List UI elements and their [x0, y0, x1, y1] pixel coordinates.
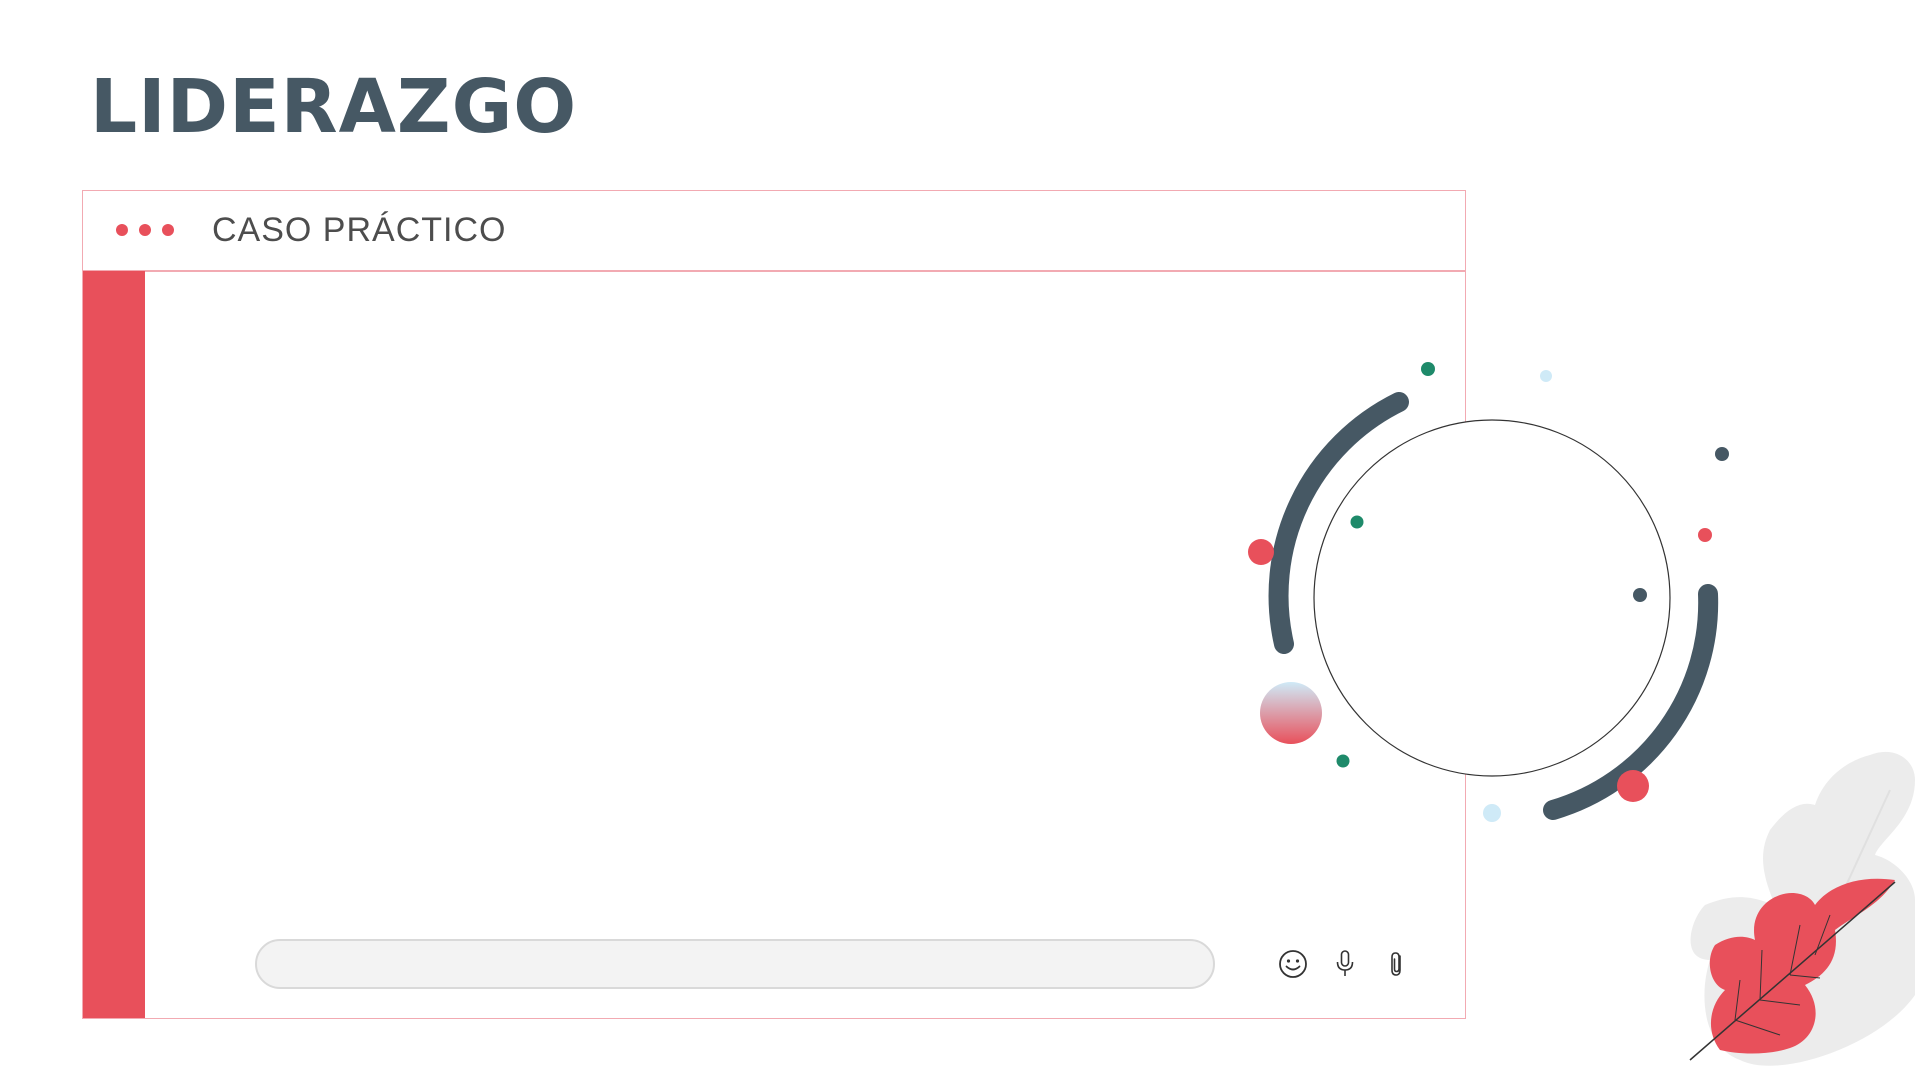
slide-page: LIDERAZGO CASO PRÁCTICO — [0, 0, 1920, 1080]
ring-illustration — [1248, 362, 1729, 822]
ring-circle — [1313, 419, 1671, 777]
gradient-orb — [1260, 682, 1322, 744]
